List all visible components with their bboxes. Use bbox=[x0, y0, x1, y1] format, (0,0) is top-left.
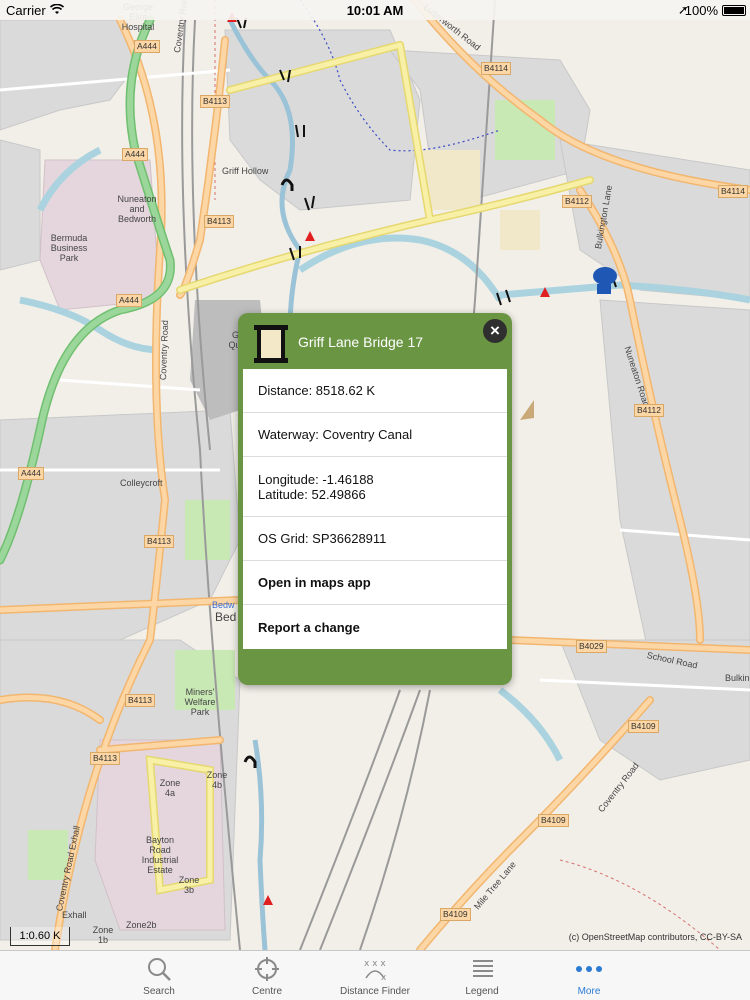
road-shield-b4114: B4114 bbox=[718, 185, 748, 198]
popup-details: Distance: 8518.62 K Waterway: Coventry C… bbox=[243, 369, 507, 649]
map-label-miners-welfare: Miners' Welfare Park bbox=[184, 687, 216, 717]
map-label-zone4a: Zone 4a bbox=[159, 778, 181, 798]
report-change-label: Report a change bbox=[258, 619, 360, 635]
map-label-exhall: Exhall bbox=[62, 910, 87, 920]
road-shield-b4109: B4109 bbox=[440, 908, 471, 921]
open-in-maps-button[interactable]: Open in maps app bbox=[243, 561, 507, 605]
tab-legend[interactable]: Legend bbox=[427, 951, 537, 1000]
list-icon bbox=[427, 956, 537, 982]
coordinates-row: Longitude: -1.46188 Latitude: 52.49866 bbox=[243, 457, 507, 517]
map-scale: 1:0.60 K bbox=[10, 927, 70, 946]
tab-label: Legend bbox=[465, 986, 499, 997]
map-label-zone3b: Zone 3b bbox=[178, 875, 200, 895]
battery-icon bbox=[722, 5, 746, 16]
more-dots-icon bbox=[534, 956, 644, 982]
crosshair-icon bbox=[212, 956, 322, 982]
svg-text:x: x bbox=[381, 973, 387, 982]
road-shield-b4112: B4112 bbox=[634, 404, 664, 417]
map-label-zone2b: Zone2b bbox=[126, 920, 157, 930]
os-grid-value: OS Grid: SP36628911 bbox=[258, 531, 387, 546]
road-shield-b4114: B4114 bbox=[481, 62, 511, 75]
map-label-bermuda: Bermuda Business Park bbox=[50, 233, 88, 263]
road-shield-a444: A444 bbox=[116, 294, 142, 307]
map-label-coventry-road-west: Coventry Road bbox=[158, 320, 171, 381]
tab-more[interactable]: More bbox=[534, 951, 644, 1000]
road-shield-b4113: B4113 bbox=[144, 535, 174, 548]
map-label-bedworth: Bedw bbox=[212, 600, 235, 610]
bridge-info-popup: Griff Lane Bridge 17 × Distance: 8518.62… bbox=[238, 313, 512, 685]
road-shield-a444: A444 bbox=[134, 40, 160, 53]
waterway-row: Waterway: Coventry Canal bbox=[243, 413, 507, 457]
road-shield-a444: A444 bbox=[18, 467, 44, 480]
tab-search[interactable]: Search bbox=[104, 951, 214, 1000]
road-shield-b4113: B4113 bbox=[90, 752, 120, 765]
latitude-value: Latitude: 52.49866 bbox=[258, 486, 366, 502]
distance-finder-icon: x x x x bbox=[320, 956, 430, 983]
road-shield-b4109: B4109 bbox=[538, 814, 569, 827]
map-label-bayton: Bayton Road Industrial Estate bbox=[141, 835, 179, 875]
map-label-colleycroft: Colleycroft bbox=[120, 478, 163, 488]
road-shield-b4109: B4109 bbox=[628, 720, 659, 733]
close-button[interactable]: × bbox=[483, 319, 507, 343]
tab-label: Search bbox=[143, 986, 175, 997]
map-label-zone4b: Zone 4b bbox=[206, 770, 228, 790]
bridge-icon bbox=[252, 323, 290, 365]
tab-label: Distance Finder bbox=[339, 986, 411, 997]
waterway-value: Waterway: Coventry Canal bbox=[258, 427, 413, 442]
road-shield-b4112: B4112 bbox=[562, 195, 592, 208]
svg-text:x x x: x x x bbox=[364, 959, 386, 969]
distance-value: Distance: 8518.62 K bbox=[258, 383, 376, 398]
map-label-nuneaton: Nuneaton and Bedworth bbox=[117, 194, 157, 224]
map-label-zone1b: Zone 1b bbox=[92, 925, 114, 945]
map-label-griff-hollow: Griff Hollow bbox=[222, 166, 269, 176]
search-icon bbox=[104, 956, 214, 982]
tab-centre[interactable]: Centre bbox=[212, 951, 322, 1000]
report-change-button[interactable]: Report a change bbox=[243, 605, 507, 649]
map-label-bulkin: Bulkin bbox=[725, 673, 750, 683]
popup-header: Griff Lane Bridge 17 × bbox=[238, 313, 512, 369]
status-bar: Carrier 10:01 AM ➚ 100% bbox=[0, 0, 750, 20]
map-attribution: (c) OpenStreetMap contributors, CC-BY-SA bbox=[568, 932, 742, 942]
tab-label: More bbox=[577, 986, 601, 997]
road-shield-b4113: B4113 bbox=[200, 95, 230, 108]
road-shield-a444: A444 bbox=[122, 148, 148, 161]
clock: 10:01 AM bbox=[346, 3, 404, 18]
map-view[interactable]: George Eliot Hospital Griff Hollow Nunea… bbox=[0, 0, 750, 950]
road-shield-b4113: B4113 bbox=[204, 215, 234, 228]
road-shield-b4113: B4113 bbox=[125, 694, 155, 707]
popup-title: Griff Lane Bridge 17 bbox=[298, 334, 424, 350]
road-shield-b4029: B4029 bbox=[576, 640, 607, 653]
tab-label: Centre bbox=[251, 986, 282, 997]
battery-percent: 100% bbox=[684, 3, 718, 18]
distance-row: Distance: 8518.62 K bbox=[243, 369, 507, 413]
map-label-bed: Bed bbox=[215, 610, 237, 624]
longitude-value: Longitude: -1.46188 bbox=[258, 471, 374, 487]
tab-distance-finder[interactable]: x x x x Distance Finder bbox=[320, 951, 430, 1000]
os-grid-row: OS Grid: SP36628911 bbox=[243, 517, 507, 561]
open-in-maps-label: Open in maps app bbox=[258, 575, 371, 590]
tab-bar: Search Centre x x x x Distance Finder Leg… bbox=[0, 950, 750, 1000]
